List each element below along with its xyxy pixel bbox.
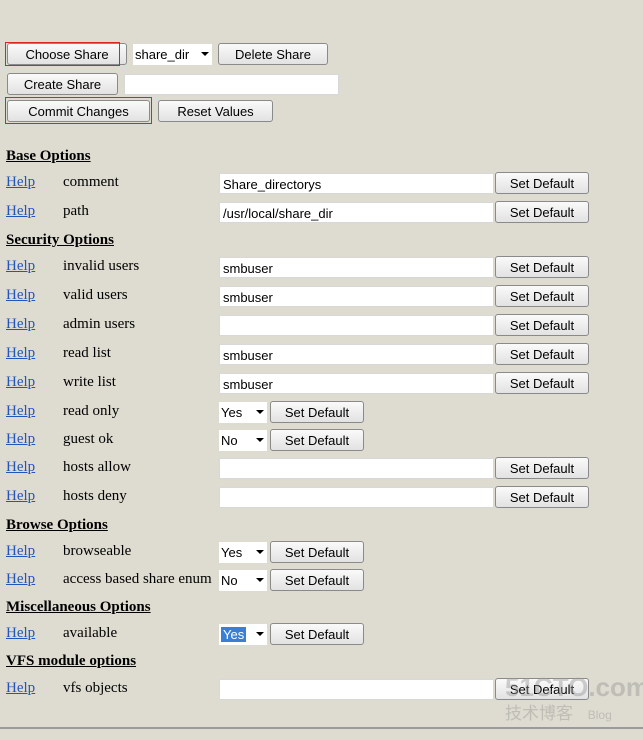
option-label: path (63, 203, 89, 219)
option-input[interactable]: smbuser (219, 286, 494, 307)
option-label: admin users (63, 316, 136, 332)
watermark-site: 51CTO.com (505, 672, 643, 702)
option-input[interactable]: smbuser (219, 373, 494, 394)
help-link[interactable]: Help (6, 459, 35, 476)
set-default-button[interactable]: Set Default (495, 172, 589, 194)
option-label: hosts allow (63, 459, 131, 475)
option-label: guest ok (63, 431, 114, 447)
create-share-input[interactable] (124, 74, 339, 95)
option-select[interactable]: No (219, 430, 267, 451)
share-select[interactable]: share_dir (133, 44, 212, 65)
help-link[interactable]: Help (6, 488, 35, 505)
help-link[interactable]: Help (6, 374, 35, 391)
set-default-button[interactable]: Set Default (270, 623, 364, 645)
set-default-button[interactable]: Set Default (495, 486, 589, 508)
option-input[interactable] (219, 487, 494, 508)
option-select-value: Yes (221, 405, 243, 420)
watermark-blog: Blog (587, 708, 612, 722)
chevron-down-icon (256, 550, 264, 554)
help-link[interactable]: Help (6, 345, 35, 362)
option-select-value: No (221, 433, 238, 448)
help-link[interactable]: Help (6, 543, 35, 560)
set-default-button[interactable]: Set Default (270, 429, 364, 451)
option-label: access based share enum (63, 571, 212, 587)
highlight-box (5, 42, 120, 66)
set-default-button[interactable]: Set Default (495, 343, 589, 365)
option-input[interactable]: /usr/local/share_dir (219, 202, 494, 223)
set-default-button[interactable]: Set Default (495, 372, 589, 394)
option-select[interactable]: Yes (219, 624, 267, 645)
chevron-down-icon (256, 410, 264, 414)
option-label: invalid users (63, 258, 140, 274)
option-input[interactable] (219, 679, 494, 700)
option-label: read only (63, 403, 120, 419)
option-select[interactable]: No (219, 570, 267, 591)
share-select-value: share_dir (135, 47, 190, 62)
chevron-down-icon (256, 632, 264, 636)
option-input[interactable] (219, 315, 494, 336)
chevron-down-icon (201, 52, 209, 56)
section-heading-vfs: VFS module options (6, 653, 137, 669)
highlight-box (5, 97, 152, 124)
create-share-button[interactable]: Create Share (7, 73, 118, 95)
bottom-divider (0, 727, 643, 729)
help-link[interactable]: Help (6, 625, 35, 642)
option-input[interactable] (219, 458, 494, 479)
help-link[interactable]: Help (6, 403, 35, 420)
watermark: 51CTO.com 技术博客 Blog (505, 672, 643, 724)
option-select-value: Yes (221, 545, 243, 560)
help-link[interactable]: Help (6, 431, 35, 448)
option-label: hosts deny (63, 488, 127, 504)
help-link[interactable]: Help (6, 571, 35, 588)
help-link[interactable]: Help (6, 174, 35, 191)
help-link[interactable]: Help (6, 287, 35, 304)
option-input[interactable]: Share_directorys (219, 173, 494, 194)
section-heading-browse: Browse Options (6, 517, 108, 533)
set-default-button[interactable]: Set Default (270, 541, 364, 563)
help-link[interactable]: Help (6, 680, 35, 697)
option-label: vfs objects (63, 680, 128, 696)
option-select[interactable]: Yes (219, 542, 267, 563)
option-label: browseable (63, 543, 132, 559)
set-default-button[interactable]: Set Default (495, 457, 589, 479)
chevron-down-icon (256, 578, 264, 582)
help-link[interactable]: Help (6, 316, 35, 333)
set-default-button[interactable]: Set Default (270, 401, 364, 423)
option-label: read list (63, 345, 111, 361)
reset-values-button[interactable]: Reset Values (158, 100, 273, 122)
chevron-down-icon (256, 438, 264, 442)
section-heading-misc: Miscellaneous Options (6, 599, 151, 615)
help-link[interactable]: Help (6, 258, 35, 275)
set-default-button[interactable]: Set Default (270, 569, 364, 591)
option-select[interactable]: Yes (219, 402, 267, 423)
set-default-button[interactable]: Set Default (495, 201, 589, 223)
option-select-value: Yes (221, 627, 247, 642)
help-link[interactable]: Help (6, 203, 35, 220)
option-input[interactable]: smbuser (219, 344, 494, 365)
option-input[interactable]: smbuser (219, 257, 494, 278)
set-default-button[interactable]: Set Default (495, 285, 589, 307)
section-heading-security: Security Options (6, 232, 114, 248)
set-default-button[interactable]: Set Default (495, 256, 589, 278)
option-label: available (63, 625, 118, 641)
section-heading-base: Base Options (6, 148, 91, 164)
watermark-sub: 技术博客 (505, 704, 573, 723)
set-default-button[interactable]: Set Default (495, 314, 589, 336)
option-label: valid users (63, 287, 128, 303)
option-label: write list (63, 374, 116, 390)
option-label: comment (63, 174, 119, 190)
option-select-value: No (221, 573, 238, 588)
delete-share-button[interactable]: Delete Share (218, 43, 328, 65)
